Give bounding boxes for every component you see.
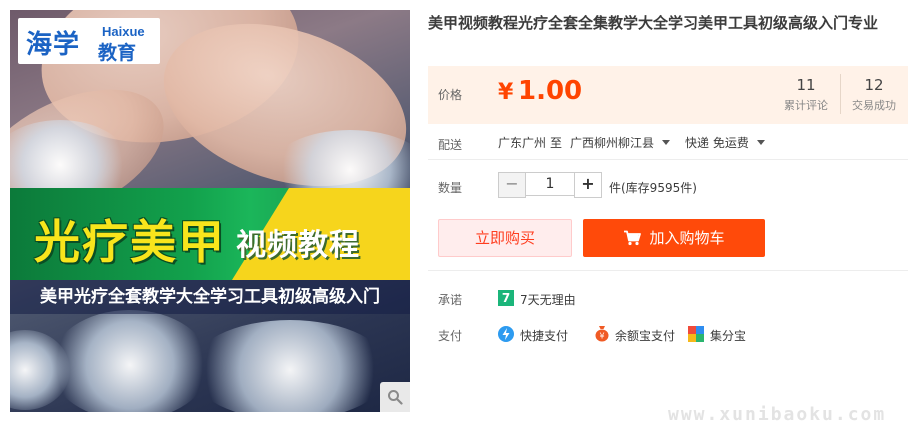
stock-info: 件(库存9595件) <box>609 181 697 195</box>
price-value: 1.00 <box>518 76 583 106</box>
promise-label: 承诺 <box>438 293 463 307</box>
stat-divider <box>840 74 841 114</box>
price-currency: ¥ <box>498 80 514 105</box>
sales-label: 交易成功 <box>852 99 896 112</box>
payment-method-yuebao[interactable]: 余额宝支付 <box>615 327 675 344</box>
payment-method-quick-pay[interactable]: 快捷支付 <box>520 327 568 344</box>
quantity-label: 数量 <box>438 181 463 195</box>
product-title: 美甲视频教程光疗全套全集教学大全学习美甲工具初级高级入门专业 <box>428 14 879 32</box>
reviews-label: 累计评论 <box>784 99 828 112</box>
brand-subname: 教育 <box>98 42 137 64</box>
promise-item[interactable]: 7天无理由 <box>520 291 576 308</box>
shipping-method-selector[interactable]: 快递 免运费 <box>685 134 765 151</box>
section-divider <box>428 270 908 271</box>
seven-day-return-icon: 7 <box>498 290 514 306</box>
buy-now-button[interactable]: 立即购买 <box>438 219 572 257</box>
shipping-origin: 广东广州 <box>498 136 547 150</box>
brand-logo: 海学 Haixue 教育 <box>18 18 160 64</box>
magnifier-icon <box>388 390 403 405</box>
shipping-destination: 广西柳州柳江县 <box>570 136 655 150</box>
svg-text:¥: ¥ <box>599 332 604 341</box>
chevron-down-icon <box>756 140 765 145</box>
jifenbao-icon <box>688 326 704 342</box>
price-label: 价格 <box>438 88 463 102</box>
product-main-image[interactable]: 海学 Haixue 教育 光疗美甲 视频教程 美甲光疗全套教学大全学习工具初级高… <box>10 10 410 412</box>
brand-name: 海学 <box>26 30 81 60</box>
quantity-input[interactable] <box>526 172 574 196</box>
sales-stat: 12 交易成功 <box>842 76 906 113</box>
zoom-button[interactable] <box>380 382 410 412</box>
sales-count: 12 <box>864 76 884 94</box>
reviews-stat[interactable]: 11 累计评论 <box>774 76 838 113</box>
shipping-destination-selector[interactable]: 广西柳州柳江县 <box>570 134 671 151</box>
shipping-label: 配送 <box>438 138 463 152</box>
site-watermark: www.xunibaoku.com <box>668 404 887 425</box>
payment-label: 支付 <box>438 329 463 343</box>
banner-subtitle: 视频教程 <box>236 228 360 263</box>
lace-decoration <box>190 320 390 412</box>
quantity-decrease-button[interactable]: − <box>498 172 526 198</box>
payment-method-jifenbao[interactable]: 集分宝 <box>710 327 746 344</box>
add-to-cart-button[interactable]: 加入购物车 <box>583 219 765 257</box>
quantity-stepper: − + <box>498 172 602 198</box>
shipping-to: 至 <box>550 136 563 150</box>
reviews-count: 11 <box>796 76 816 94</box>
yuebao-icon: ¥ <box>594 325 610 342</box>
quantity-increase-button[interactable]: + <box>574 172 602 198</box>
quick-pay-icon <box>498 326 514 342</box>
section-divider <box>428 159 908 160</box>
cart-icon <box>624 230 642 246</box>
banner-title: 光疗美甲 <box>34 215 226 269</box>
price-panel: 价格 ¥ 1.00 11 累计评论 12 交易成功 <box>428 66 908 124</box>
chevron-down-icon <box>662 140 671 145</box>
add-to-cart-label: 加入购物车 <box>649 229 725 247</box>
brand-latin-name: Haixue <box>102 24 145 39</box>
shipping-method: 快递 免运费 <box>685 136 749 150</box>
lace-decoration <box>50 310 210 412</box>
banner-caption: 美甲光疗全套教学大全学习工具初级高级入门 <box>10 280 410 314</box>
